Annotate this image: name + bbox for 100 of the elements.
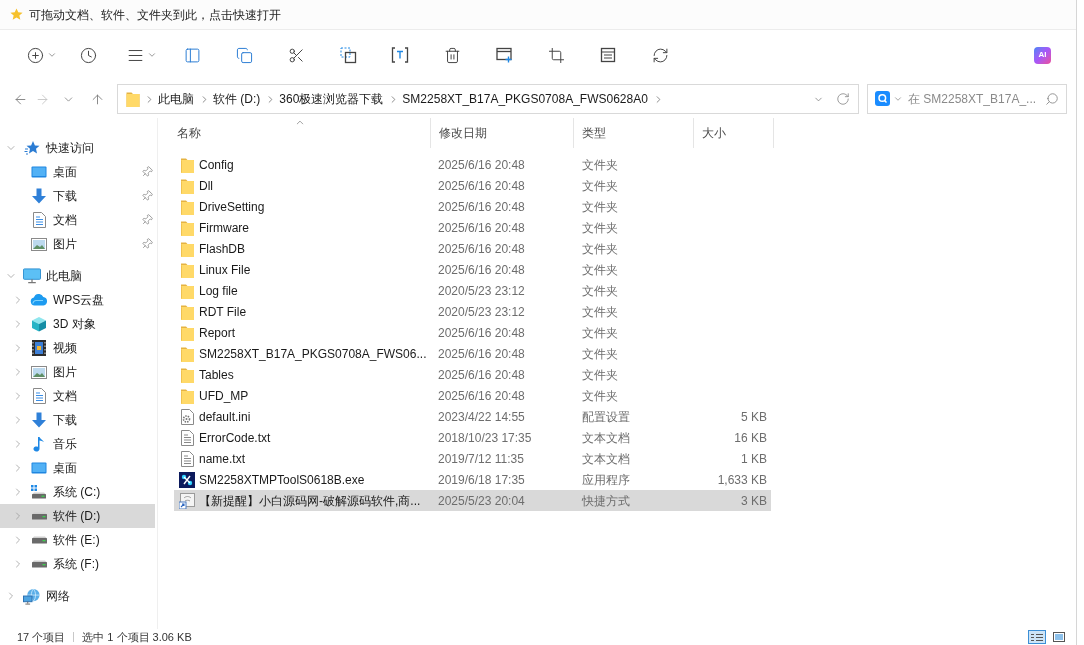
folder-icon: [180, 177, 194, 194]
details-list-icon: [1031, 632, 1043, 642]
drive-icon: [31, 512, 47, 520]
text-file-icon: [180, 450, 194, 467]
folder-icon: [180, 282, 194, 299]
search-tile-icon: [875, 91, 890, 106]
folder-icon: [180, 156, 194, 173]
sidebar-item[interactable]: 系统 (C:): [0, 480, 155, 504]
breadcrumb[interactable]: SM2258XT_B17A_PKGS0708A_FWS0628A0: [401, 90, 649, 108]
document-icon: [32, 212, 46, 228]
file-row[interactable]: Report 2025/6/16 20:48 文件夹: [174, 322, 771, 343]
sidebar-item[interactable]: 3D 对象: [0, 312, 155, 336]
ai-button[interactable]: AI: [1034, 46, 1051, 64]
breadcrumb[interactable]: 此电脑: [157, 90, 195, 108]
file-row[interactable]: 【新提醒】小白源码网-破解源码软件,商... 2025/5/23 20:04 快捷方式 3 KB: [174, 490, 771, 511]
modified-date: 2025/6/16 20:48: [437, 366, 526, 384]
file-name: Config: [199, 156, 234, 174]
item-count: 17 个项目: [17, 631, 66, 643]
sidebar-item[interactable]: 图片: [0, 232, 155, 256]
sidebar-item[interactable]: 图片: [0, 360, 155, 384]
folder-icon: [180, 324, 194, 341]
sidebar-item[interactable]: 软件 (D:): [0, 504, 155, 528]
column-header[interactable]: 名称: [169, 118, 431, 148]
breadcrumb[interactable]: 软件 (D:): [212, 90, 262, 108]
modified-date: 2025/6/16 20:48: [437, 387, 526, 405]
file-type: 文件夹: [581, 387, 619, 405]
column-header[interactable]: 类型: [574, 118, 694, 148]
monitor-icon: [31, 461, 47, 475]
file-type: 快捷方式: [581, 492, 631, 510]
picture-icon: [31, 365, 47, 379]
sidebar-item[interactable]: 文档: [0, 384, 155, 408]
file-name: Log file: [199, 282, 238, 300]
caret-icon[interactable]: [893, 94, 903, 104]
file-row[interactable]: name.txt 2019/7/12 11:35 文本文档 1 KB: [174, 448, 771, 469]
sidebar-item[interactable]: WPS云盘: [0, 288, 155, 312]
quick-open-hint: 可拖动文档、软件、文件夹到此，点击快速打开: [29, 6, 281, 24]
file-name: ErrorCode.txt: [199, 429, 271, 447]
modified-date: 2019/6/18 17:35: [437, 471, 526, 489]
file-row[interactable]: DriveSetting 2025/6/16 20:48 文件夹: [174, 196, 771, 217]
sidebar-item[interactable]: 音乐: [0, 432, 155, 456]
sidebar-item[interactable]: 视频: [0, 336, 155, 360]
file-row[interactable]: SM2258XT_B17A_PKGS0708A_FWS06... 2025/6/16 20:48 文件夹: [174, 343, 771, 364]
file-row[interactable]: ErrorCode.txt 2018/10/23 17:35 文本文档 16 KB: [174, 427, 771, 448]
breadcrumb[interactable]: 360极速浏览器下载: [278, 90, 385, 108]
modified-date: 2023/4/22 14:55: [437, 408, 526, 426]
sidebar-item[interactable]: 系统 (F:): [0, 552, 155, 576]
system-drive-icon: [31, 485, 47, 499]
file-row[interactable]: Dll 2025/6/16 20:48 文件夹: [174, 175, 771, 196]
file-size: 1,633 KB: [716, 471, 768, 489]
scissors-icon: [287, 46, 305, 64]
file-row[interactable]: Tables 2025/6/16 20:48 文件夹: [174, 364, 771, 385]
sidebar-item[interactable]: 网络: [0, 584, 155, 608]
caret-icon: [147, 50, 157, 60]
modified-date: 2020/5/23 23:12: [437, 282, 526, 300]
folder-icon: [180, 240, 194, 257]
network-icon: [23, 587, 41, 605]
file-name: SM2258XT_B17A_PKGS0708A_FWS06...: [199, 345, 427, 363]
modified-date: 2019/7/12 11:35: [437, 450, 525, 468]
file-size: 5 KB: [740, 408, 768, 426]
address-bar[interactable]: 此电脑 软件 (D:) 360极速浏览器下载 SM2258XT_B17A_PKGS0708A_FWS0628A0: [117, 84, 859, 114]
file-row[interactable]: Linux File 2025/6/16 20:48 文件夹: [174, 259, 771, 280]
text-file-icon: [180, 429, 194, 446]
file-row[interactable]: Log file 2020/5/23 23:12 文件夹: [174, 280, 771, 301]
modified-date: 2018/10/23 17:35: [437, 429, 533, 447]
file-row[interactable]: SM2258XTMPToolS0618B.exe 2019/6/18 17:35 应用程序 1,633 KB: [174, 469, 771, 490]
down-arrow-icon: [31, 412, 47, 428]
folder-icon: [180, 387, 194, 404]
column-header[interactable]: 修改日期: [431, 118, 574, 148]
file-row[interactable]: RDT File 2020/5/23 23:12 文件夹: [174, 301, 771, 322]
file-row[interactable]: Firmware 2025/6/16 20:48 文件夹: [174, 217, 771, 238]
file-row[interactable]: Config 2025/6/16 20:48 文件夹: [174, 154, 771, 175]
details-view-button[interactable]: [1028, 630, 1046, 644]
sidebar-item[interactable]: 软件 (E:): [0, 528, 155, 552]
monitor-icon: [31, 165, 47, 179]
file-row[interactable]: UFD_MP 2025/6/16 20:48 文件夹: [174, 385, 771, 406]
sidebar-item[interactable]: 桌面: [0, 160, 155, 184]
search-icon[interactable]: [1045, 92, 1059, 106]
modified-date: 2020/5/23 23:12: [437, 303, 526, 321]
text-cursor-icon: [391, 47, 409, 63]
window-plus-icon: [495, 47, 513, 63]
sidebar-item[interactable]: 桌面: [0, 456, 155, 480]
file-name: name.txt: [199, 450, 246, 468]
panel-icon: [183, 46, 201, 64]
file-row[interactable]: default.ini 2023/4/22 14:55 配置设置 5 KB: [174, 406, 771, 427]
clock-icon: [79, 46, 97, 64]
thumbnail-view-button[interactable]: [1050, 630, 1068, 644]
sidebar-item[interactable]: 下载: [0, 184, 155, 208]
column-header[interactable]: 大小: [694, 118, 774, 148]
search-field[interactable]: 在 SM2258XT_B17A_...: [867, 84, 1067, 114]
folder-icon: [180, 261, 194, 278]
sidebar-item[interactable]: 文档: [0, 208, 155, 232]
file-type: 文件夹: [581, 282, 619, 300]
file-row[interactable]: FlashDB 2025/6/16 20:48 文件夹: [174, 238, 771, 259]
file-name: Tables: [199, 366, 234, 384]
sidebar-item[interactable]: 快速访问: [0, 136, 155, 160]
sidebar-item[interactable]: 下载: [0, 408, 155, 432]
file-type: 文件夹: [581, 303, 619, 321]
sidebar-item[interactable]: 此电脑: [0, 264, 155, 288]
file-type: 文件夹: [581, 177, 619, 195]
file-type: 文件夹: [581, 366, 619, 384]
